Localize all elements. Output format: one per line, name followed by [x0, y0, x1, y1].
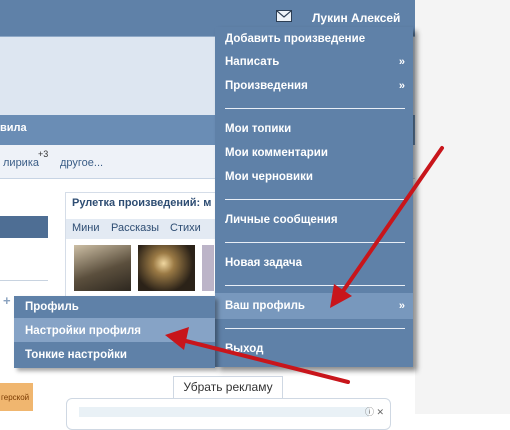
annotation-arrowhead: [165, 327, 189, 350]
annotation-arrowhead: [330, 284, 352, 308]
annotation-arrow-to-profile: [339, 146, 444, 296]
annotation-arrows: [165, 146, 444, 384]
annotation-arrow-to-settings: [180, 338, 350, 384]
